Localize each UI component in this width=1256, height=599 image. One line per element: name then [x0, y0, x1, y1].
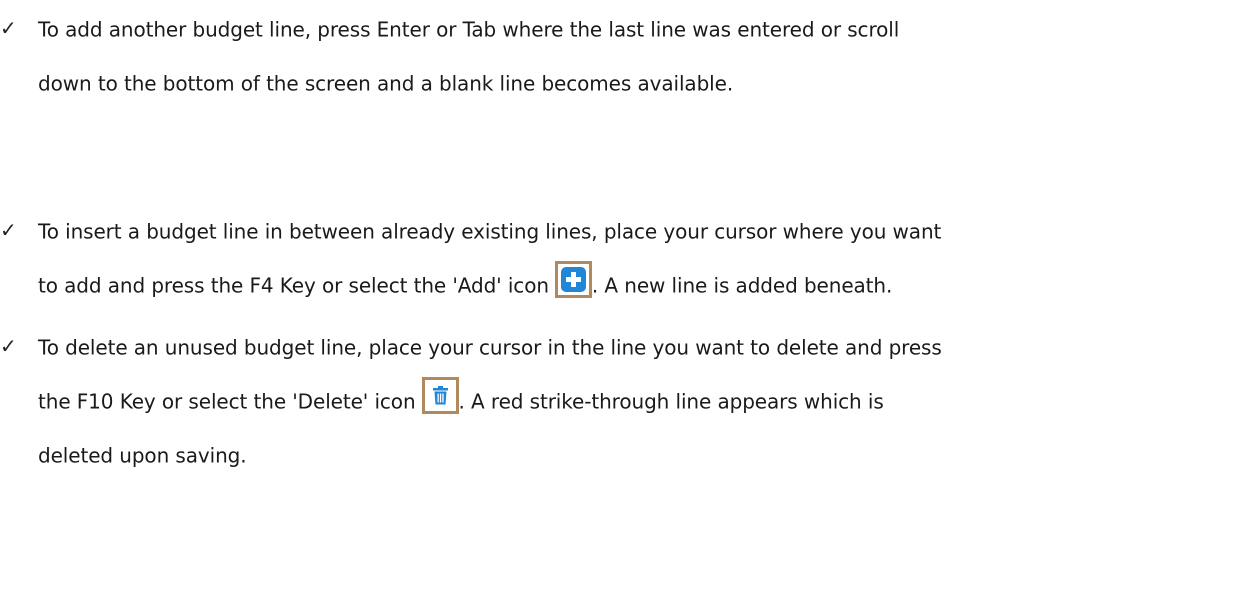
- bullet-text-line: To delete an unused budget line, place y…: [38, 335, 942, 360]
- bullet-text-line: To insert a budget line in between alrea…: [38, 219, 942, 244]
- bullet-text-line: the F10 Key or select the 'Delete' icon.…: [38, 376, 884, 424]
- bullet-text-line: deleted upon saving.: [38, 443, 247, 468]
- bullet-text-line: to add and press the F4 Key or select th…: [38, 260, 892, 308]
- trash-can-icon: [421, 377, 459, 414]
- bullet-text-line: To add another budget line, press Enter …: [38, 17, 900, 42]
- add-plus-icon: [554, 261, 592, 298]
- checkmark-icon: ✓: [0, 218, 17, 242]
- bullet-text-line: down to the bottom of the screen and a b…: [38, 71, 734, 96]
- checkmark-icon: ✓: [0, 334, 17, 358]
- checkmark-icon: ✓: [0, 16, 17, 40]
